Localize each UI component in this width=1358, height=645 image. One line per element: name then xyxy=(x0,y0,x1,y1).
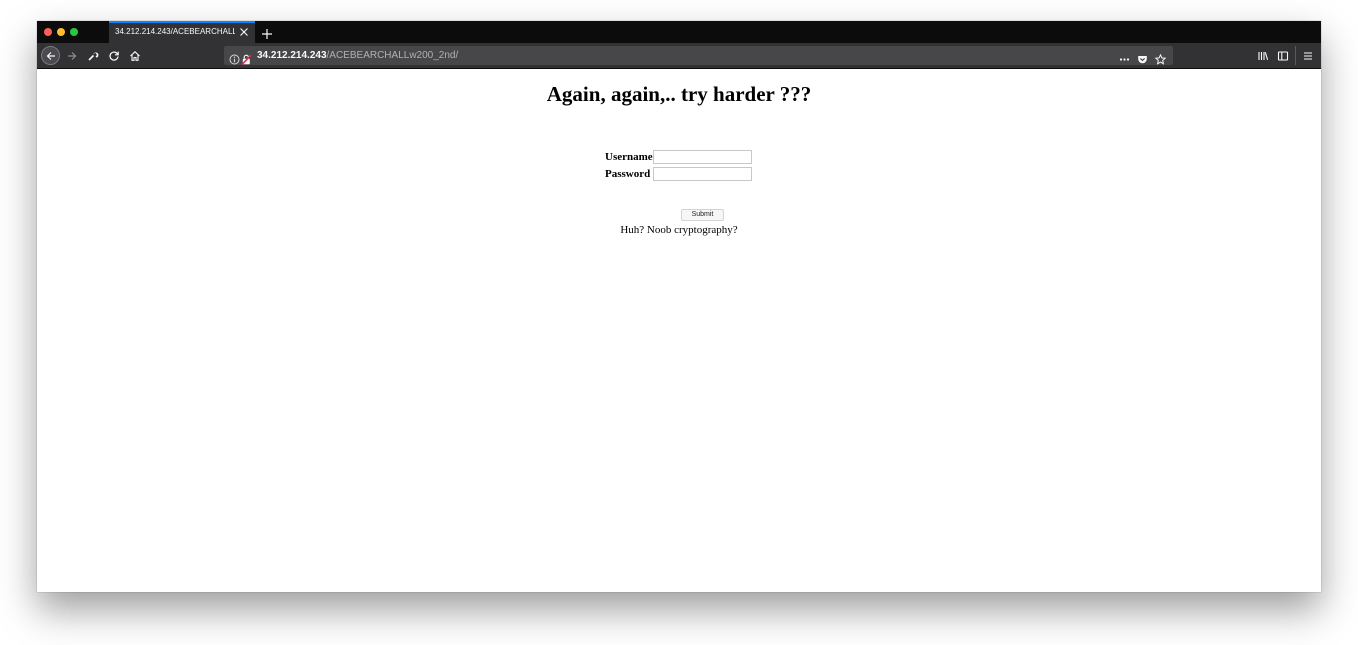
toolbar-separator xyxy=(1295,46,1296,65)
page-heading: Again, again,.. try harder ??? xyxy=(546,82,812,106)
close-icon xyxy=(240,28,248,36)
tab-strip: 34.212.214.243/ACEBEARCHALLw200_2nd/ xyxy=(37,21,1321,43)
close-window-button[interactable] xyxy=(44,28,52,36)
new-tab-button[interactable] xyxy=(261,25,273,39)
address-bar[interactable]: 34.212.214.243/ACEBEARCHALLw200_2nd/ xyxy=(224,46,1173,66)
back-button[interactable] xyxy=(41,46,60,65)
library-button[interactable] xyxy=(1254,47,1272,65)
page-actions-icon[interactable] xyxy=(1119,50,1130,61)
password-label: Password xyxy=(605,168,651,180)
navigation-toolbar: 34.212.214.243/ACEBEARCHALLw200_2nd/ xyxy=(37,43,1321,69)
menu-button[interactable] xyxy=(1299,47,1317,65)
minimize-window-button[interactable] xyxy=(57,28,65,36)
plus-icon xyxy=(262,29,272,39)
page-content: Again, again,.. try harder ??? Username … xyxy=(37,69,1321,592)
pocket-icon[interactable] xyxy=(1137,50,1148,64)
developer-tools-button[interactable] xyxy=(84,47,102,65)
bookmark-star-icon[interactable] xyxy=(1154,50,1167,65)
reload-icon xyxy=(109,51,119,61)
username-input[interactable] xyxy=(653,150,752,164)
url-host: 34.212.214.243 xyxy=(257,50,327,61)
library-icon xyxy=(1258,52,1269,60)
reload-button[interactable] xyxy=(105,47,123,65)
url-text: 34.212.214.243/ACEBEARCHALLw200_2nd/ xyxy=(257,46,458,65)
wrench-icon xyxy=(88,52,99,61)
hamburger-menu-icon xyxy=(1304,52,1312,60)
browser-window: 34.212.214.243/ACEBEARCHALLw200_2nd/ xyxy=(37,21,1321,592)
hint-text: Huh? Noob cryptography? xyxy=(620,224,738,236)
back-arrow-icon xyxy=(46,51,55,60)
home-button[interactable] xyxy=(126,47,144,65)
tab-active[interactable]: 34.212.214.243/ACEBEARCHALLw200_2nd/ xyxy=(109,21,255,43)
forward-arrow-icon xyxy=(68,52,77,60)
close-tab-icon[interactable] xyxy=(239,23,249,41)
tab-title: 34.212.214.243/ACEBEARCHALLw200_2nd/ xyxy=(115,27,235,36)
forward-button[interactable] xyxy=(63,47,81,65)
sidebar-toggle-button[interactable] xyxy=(1274,47,1292,65)
insecure-lock-icon[interactable] xyxy=(241,50,252,66)
url-path: /ACEBEARCHALLw200_2nd/ xyxy=(326,50,459,61)
home-icon xyxy=(130,51,140,61)
username-label: Username xyxy=(605,151,653,163)
password-input[interactable] xyxy=(653,167,752,181)
submit-button[interactable]: Submit xyxy=(681,209,724,221)
zoom-window-button[interactable] xyxy=(70,28,78,36)
info-icon[interactable] xyxy=(229,50,240,65)
sidebar-icon xyxy=(1277,51,1289,61)
